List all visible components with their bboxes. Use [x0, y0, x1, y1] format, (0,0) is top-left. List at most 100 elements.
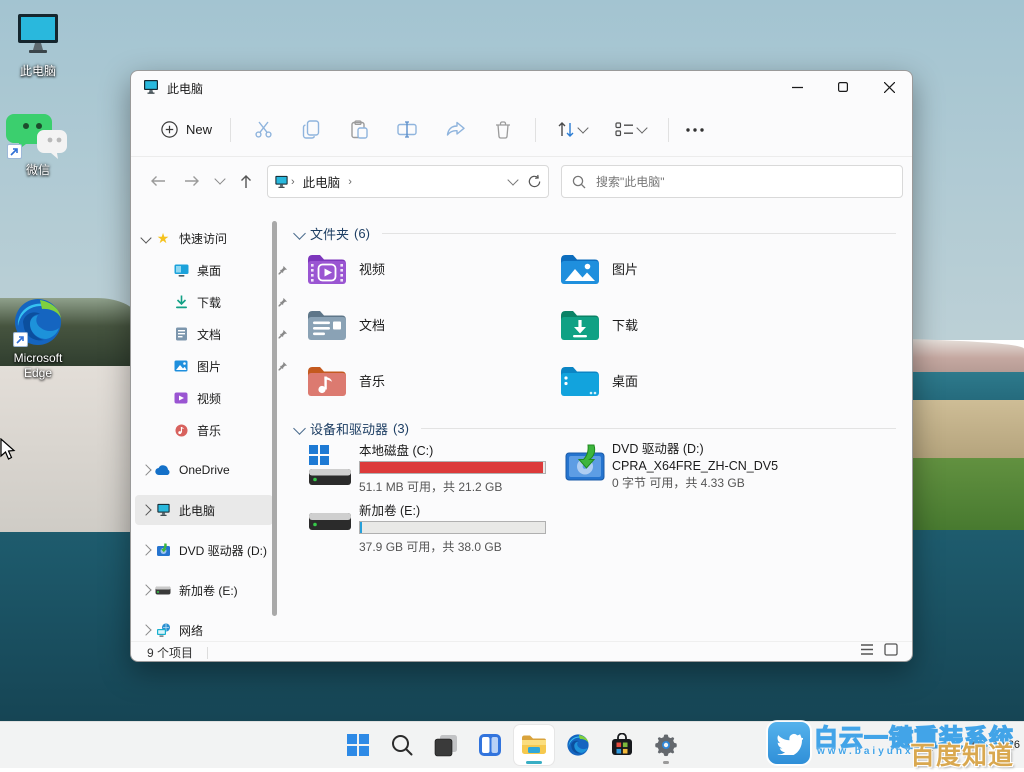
sidebar-item-new-volume[interactable]: 新加卷 (E:)	[135, 575, 273, 605]
chevron-expanded-icon	[140, 232, 151, 243]
search-input[interactable]	[594, 174, 892, 190]
close-icon	[884, 82, 895, 93]
sidebar-item-documents[interactable]: 文档	[153, 319, 291, 349]
address-bar[interactable]: › 此电脑 ›	[267, 165, 549, 198]
sidebar-item-desktop[interactable]: 桌面	[153, 255, 291, 285]
up-button[interactable]	[231, 166, 261, 196]
address-dropdown-chevron-icon[interactable]	[507, 174, 518, 185]
window-title: 此电脑	[167, 80, 203, 97]
folder-tile-pictures[interactable]: 图片	[560, 245, 810, 291]
drive-tile-dvd[interactable]: DVD 驱动器 (D:) CPRA_X64FRE_ZH-CN_DV5 0 字节 …	[560, 441, 840, 497]
folder-tile-desktop[interactable]: 桌面	[560, 357, 810, 403]
view-list-icon	[615, 122, 634, 137]
sidebar-item-label: 新加卷 (E:)	[179, 582, 273, 599]
minimize-button[interactable]	[774, 71, 820, 103]
chevron-collapsed-icon	[140, 544, 151, 555]
new-button[interactable]: New	[151, 112, 222, 148]
folder-tile-music[interactable]: 音乐	[307, 357, 557, 403]
hard-drive-icon	[153, 586, 173, 595]
video-icon	[171, 392, 191, 404]
desktop-icon-edge[interactable]: Microsoft Edge	[0, 296, 76, 381]
delete-button[interactable]	[479, 112, 527, 148]
chevron-expanded-icon	[293, 227, 306, 240]
title-bar[interactable]: 此电脑	[131, 71, 912, 103]
back-button[interactable]	[143, 166, 173, 196]
folder-tile-downloads[interactable]: 下载	[560, 301, 810, 347]
sidebar-item-this-pc[interactable]: 此电脑	[135, 495, 273, 525]
maximize-icon	[838, 82, 848, 92]
download-icon	[171, 295, 191, 309]
drive-tile-e[interactable]: 新加卷 (E:) 37.9 GB 可用，共 38.0 GB	[307, 503, 563, 559]
paste-button[interactable]	[335, 112, 383, 148]
this-pc-monitor-icon	[153, 503, 173, 517]
maximize-button[interactable]	[820, 71, 866, 103]
search-button[interactable]	[382, 725, 422, 765]
sidebar-item-label: 图片	[197, 358, 273, 375]
details-view-button[interactable]	[860, 643, 874, 656]
sidebar-item-downloads[interactable]: 下载	[153, 287, 291, 317]
close-button[interactable]	[866, 71, 912, 103]
section-divider	[421, 428, 896, 429]
sidebar-item-videos[interactable]: 视频	[153, 383, 291, 413]
drive-usage: 0 字节 可用，共 4.33 GB	[612, 475, 745, 491]
arrow-right-icon	[184, 175, 200, 187]
desktop-icon-wechat[interactable]: 微信	[0, 110, 76, 178]
folders-section-header[interactable]: 文件夹 (6)	[291, 223, 906, 243]
drive-usage: 51.1 MB 可用，共 21.2 GB	[359, 479, 502, 495]
sidebar-item-onedrive[interactable]: OneDrive	[135, 455, 273, 485]
sidebar-item-music[interactable]: 音乐	[153, 415, 291, 445]
share-icon	[446, 121, 465, 138]
drive-name: 新加卷 (E:)	[359, 503, 420, 519]
view-button[interactable]	[600, 112, 660, 148]
desktop-icon-this-pc[interactable]: 此电脑	[0, 12, 76, 79]
mouse-cursor	[0, 438, 16, 460]
toolbar-divider	[668, 118, 669, 142]
widgets-button[interactable]	[470, 725, 510, 765]
monitor-icon	[15, 12, 61, 56]
microsoft-store-button[interactable]	[602, 725, 642, 765]
section-divider	[382, 233, 896, 234]
refresh-icon[interactable]	[527, 174, 542, 189]
start-button[interactable]	[338, 725, 378, 765]
file-explorer-button[interactable]	[514, 725, 554, 765]
watermark-url: www.baiyunxi	[817, 746, 919, 757]
settings-button[interactable]	[646, 725, 686, 765]
sidebar-item-label: 网络	[179, 622, 273, 639]
folder-tile-videos[interactable]: 视频	[307, 245, 557, 291]
sort-icon	[557, 121, 575, 138]
folder-tile-documents[interactable]: 文档	[307, 301, 557, 347]
cut-button[interactable]	[239, 112, 287, 148]
more-options-button[interactable]	[677, 112, 713, 148]
desktop-icon-label: Microsoft Edge	[0, 351, 76, 381]
forward-button[interactable]	[177, 166, 207, 196]
active-app-indicator	[526, 761, 542, 764]
sidebar-scrollbar[interactable]	[272, 221, 277, 616]
rename-button[interactable]	[383, 112, 431, 148]
breadcrumb-separator: ›	[348, 176, 352, 188]
folder-label: 桌面	[612, 371, 638, 390]
statusbar-divider	[207, 647, 208, 659]
breadcrumb-this-pc[interactable]: 此电脑	[303, 172, 341, 191]
task-view-button[interactable]	[426, 725, 466, 765]
sidebar-item-pictures[interactable]: 图片	[153, 351, 291, 381]
wallpaper-snowfield	[0, 366, 138, 532]
paste-icon	[350, 120, 368, 139]
chevron-collapsed-icon	[140, 624, 151, 635]
desktop-folder-icon	[171, 264, 191, 277]
sort-button[interactable]	[544, 112, 600, 148]
sidebar-item-quick-access[interactable]: ★ 快速访问	[135, 223, 273, 253]
share-button[interactable]	[431, 112, 479, 148]
drive-tile-c[interactable]: 本地磁盘 (C:) 51.1 MB 可用，共 21.2 GB	[307, 443, 563, 499]
large-icons-view-button[interactable]	[884, 643, 898, 656]
drives-section-header[interactable]: 设备和驱动器 (3)	[291, 418, 906, 438]
address-row: › 此电脑 ›	[131, 163, 912, 201]
music-icon	[171, 424, 191, 437]
sidebar-item-dvd-drive[interactable]: DVD 驱动器 (D:)	[135, 535, 273, 565]
copy-button[interactable]	[287, 112, 335, 148]
recent-locations-button[interactable]	[207, 166, 229, 196]
watermark: 白云一键重装系统 www.baiyunxi 百度知道	[764, 716, 1024, 768]
search-box[interactable]	[561, 165, 903, 198]
edge-button[interactable]	[558, 725, 598, 765]
running-app-indicator	[663, 761, 669, 764]
this-pc-monitor-icon	[143, 79, 159, 95]
